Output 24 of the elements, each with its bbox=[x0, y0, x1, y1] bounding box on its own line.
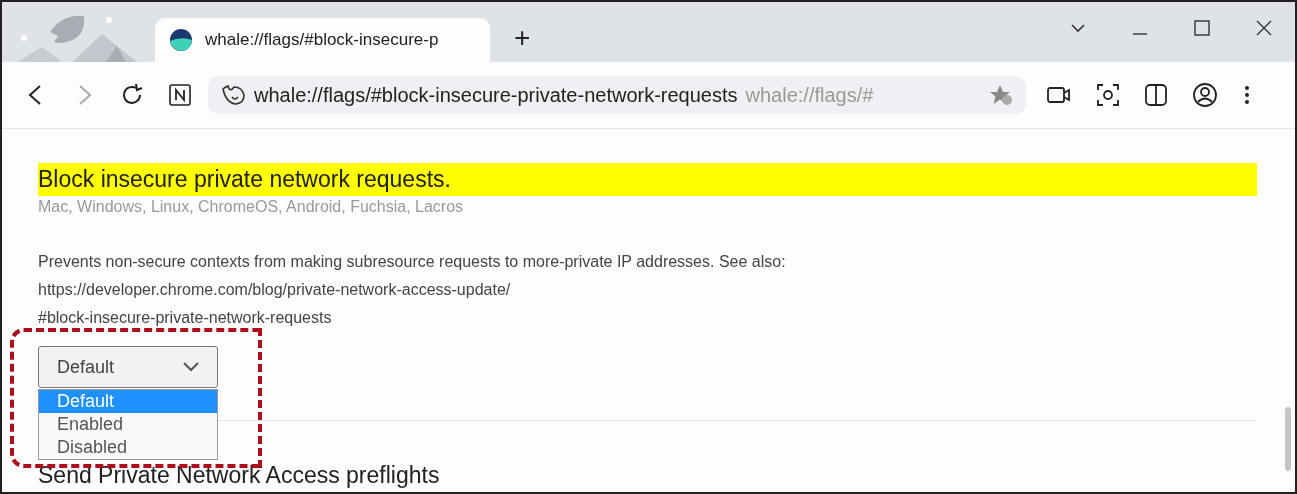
n-square-icon[interactable] bbox=[168, 83, 192, 107]
state-dropdown[interactable]: Default bbox=[38, 346, 218, 388]
dropdown-option[interactable]: Disabled bbox=[39, 436, 217, 459]
split-view-icon[interactable] bbox=[1144, 83, 1168, 107]
link[interactable]: https://developer.chrome.com/blog/private-network-access-update/ bbox=[38, 281, 511, 298]
whale-outline-icon bbox=[220, 83, 246, 107]
flag-description: Prevents non-secure contexts from making subresource requests to more-private IP addresses. See also: bbox=[38, 252, 787, 272]
dropdown-option[interactable]: Enabled bbox=[39, 413, 217, 436]
flag-title: Send Private Network Access preflights bbox=[38, 461, 441, 489]
address-field[interactable]: whale://flags/#block-insecure-private-network-requests whale://flags/# bbox=[208, 76, 1026, 114]
close-icon[interactable] bbox=[1254, 18, 1274, 38]
maximize-icon[interactable] bbox=[1192, 18, 1212, 38]
star-icon[interactable] bbox=[988, 83, 1014, 107]
reload-icon[interactable] bbox=[120, 83, 144, 107]
profile-icon[interactable] bbox=[1192, 82, 1218, 108]
flag-title: Block insecure private network requests. bbox=[38, 163, 1257, 196]
caret-icon bbox=[183, 362, 199, 372]
more-menu-icon[interactable] bbox=[1242, 83, 1252, 107]
capture-icon[interactable] bbox=[1096, 83, 1120, 107]
new-tab-button[interactable]: + bbox=[510, 20, 535, 56]
whale-icon bbox=[169, 28, 193, 52]
browser-tab[interactable]: whale://flags/#block-insecure-p bbox=[155, 18, 490, 62]
flag-anchor[interactable]: #block-insecure-private-network-requests bbox=[38, 309, 332, 326]
platform-list: Mac, Windows, Linux, ChromeOS, Android, Fuchsia, Lacros bbox=[38, 196, 1257, 218]
